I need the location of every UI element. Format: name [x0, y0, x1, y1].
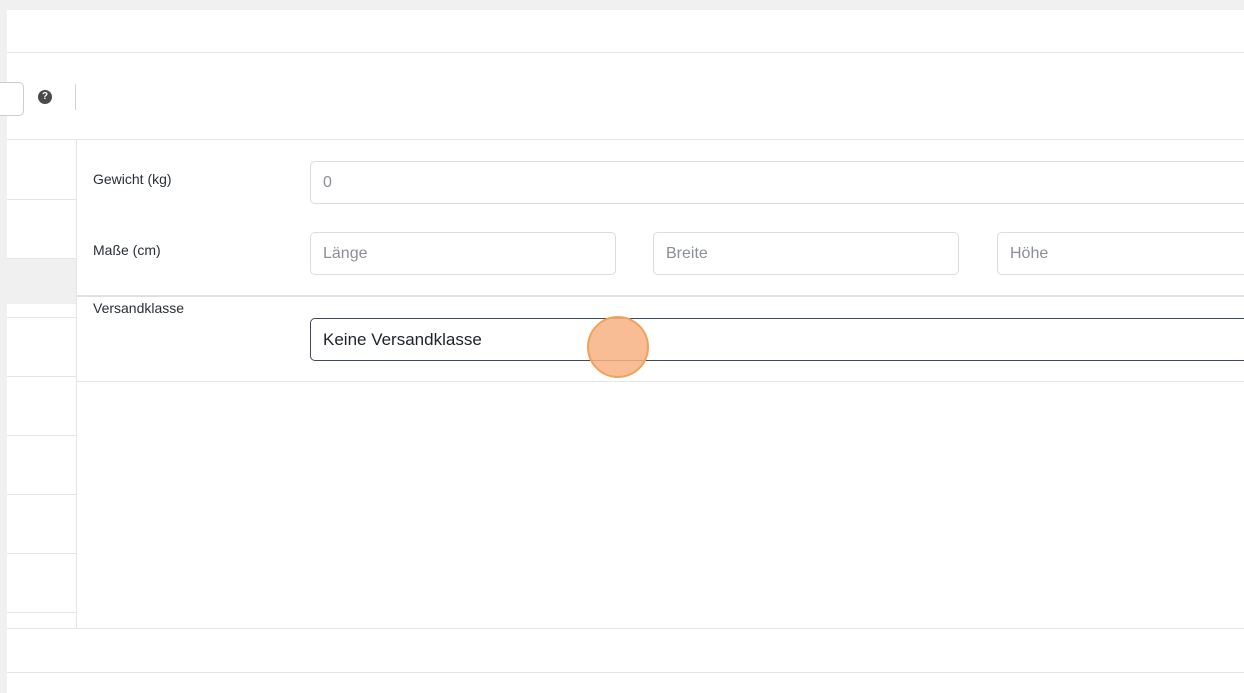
header-divider [7, 52, 1244, 53]
shipping-class-select[interactable]: Keine Versandklasse [310, 318, 1244, 361]
section-divider [77, 295, 1244, 297]
weight-label: Gewicht (kg) [93, 171, 172, 187]
length-input[interactable] [310, 232, 616, 275]
width-input[interactable] [653, 232, 959, 275]
tab-divider [7, 494, 76, 495]
weight-input[interactable] [310, 161, 1244, 204]
tab-divider [7, 435, 76, 436]
tab-divider [7, 612, 76, 613]
shipping-class-label: Versandklasse [93, 300, 185, 316]
panel-footer-divider [7, 628, 1244, 629]
height-input[interactable] [997, 232, 1244, 275]
shipping-class-divider [77, 381, 1244, 382]
tab-divider [7, 199, 76, 200]
click-indicator [587, 316, 649, 378]
toolbar-divider [7, 139, 1244, 140]
toolbar-separator [75, 84, 76, 110]
tab-divider [7, 258, 76, 259]
product-data-panel: ? Gewicht (kg) Maße (cm) Versandklasse K… [0, 10, 1244, 693]
panel-bottom-divider [7, 672, 1244, 673]
tab-divider [7, 317, 76, 318]
tabs-column-border [76, 140, 77, 629]
dimensions-label: Maße (cm) [93, 242, 161, 258]
help-icon[interactable]: ? [38, 90, 52, 104]
tab-divider [7, 553, 76, 554]
product-type-select[interactable] [0, 82, 24, 116]
tab-divider [7, 376, 76, 377]
tab-shipping-active[interactable] [7, 258, 76, 304]
